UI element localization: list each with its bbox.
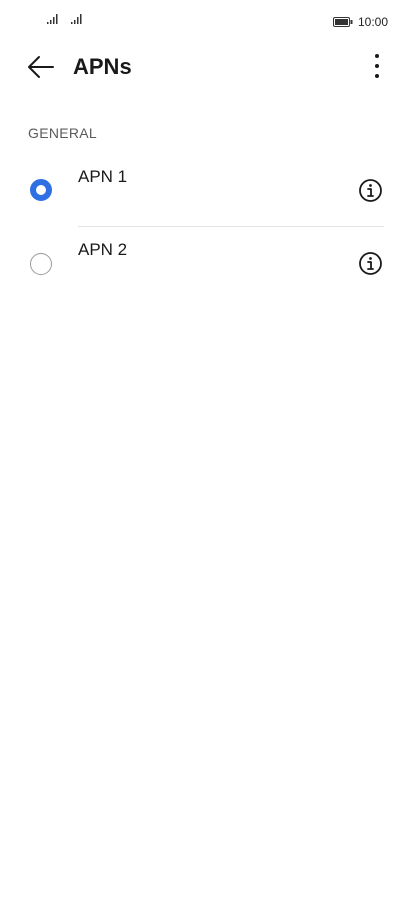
apn-2-info-button[interactable] — [358, 251, 383, 276]
back-button[interactable] — [26, 52, 56, 82]
status-time: 10:00 — [358, 15, 389, 29]
apn-2-label: APN 2 — [78, 240, 128, 259]
signal-icon — [71, 14, 82, 24]
app-bar: APNs — [0, 44, 412, 92]
divider — [78, 226, 384, 227]
status-bar: 10:00 — [0, 0, 412, 44]
apn-row-1[interactable]: APN 1 — [0, 160, 412, 232]
more-vertical-icon — [375, 54, 379, 78]
more-options-button[interactable] — [364, 52, 390, 82]
apn-1-label: APN 1 — [78, 167, 128, 186]
page-title: APNs — [73, 54, 132, 79]
apn-row-2[interactable]: APN 2 — [0, 233, 412, 305]
section-header-general: GENERAL — [28, 125, 98, 141]
battery-icon — [333, 17, 353, 27]
arrow-left-icon — [28, 56, 54, 78]
info-icon — [359, 252, 382, 275]
apn-1-radio[interactable] — [30, 179, 52, 201]
apn-2-radio[interactable] — [30, 253, 52, 275]
info-icon — [359, 179, 382, 202]
signal-icon — [47, 14, 58, 24]
apn-1-info-button[interactable] — [358, 178, 383, 203]
